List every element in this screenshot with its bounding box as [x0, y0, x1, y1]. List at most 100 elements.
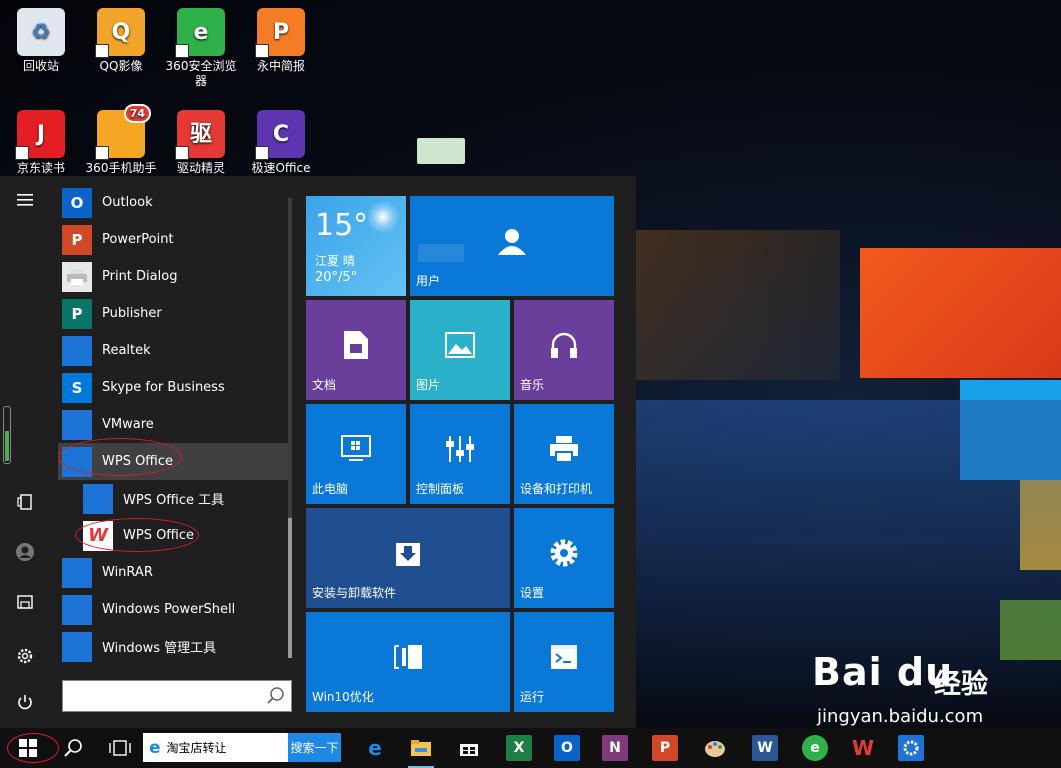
folder-icon: [62, 335, 92, 366]
tile-run[interactable]: 运行: [514, 612, 614, 712]
install-box-icon: [396, 543, 420, 566]
app-list-item[interactable]: WPS Office 工具: [58, 480, 288, 517]
app-list-item-label: Skype for Business: [102, 380, 225, 395]
tile-install-uninstall-label: 安装与卸载软件: [312, 586, 397, 600]
app-list-item[interactable]: Windows PowerShell: [58, 591, 288, 628]
taskbar-search-button[interactable]: [58, 728, 88, 768]
task-view-button[interactable]: [104, 728, 136, 768]
app-list-item-label: WinRAR: [102, 565, 153, 580]
app-icon: P: [255, 8, 305, 58]
tablet-mode-icon[interactable]: [0, 482, 50, 522]
tile-music[interactable]: 音乐: [514, 300, 614, 400]
taskbar-app-button[interactable]: W: [750, 728, 780, 768]
onenote-icon: N: [602, 735, 628, 761]
word-icon: W: [752, 735, 778, 761]
desktop-icon[interactable]: J 京东读书: [4, 110, 78, 176]
tile-win10-optimize[interactable]: Win10优化: [306, 612, 510, 712]
tile-settings[interactable]: 设置: [514, 508, 614, 608]
tile-control-panel[interactable]: 控制面板: [410, 404, 510, 504]
app-list: O Outlook P PowerPoint Print Dialog P Publishe…: [58, 184, 288, 672]
desktop-icon-label: 极速Office: [251, 161, 311, 175]
tile-devices-printers[interactable]: 设备和打印机: [514, 404, 614, 504]
taskbar-app-button[interactable]: e: [360, 728, 390, 768]
settings-gear-icon[interactable]: [0, 636, 50, 676]
shortcut-arrow-icon: [175, 146, 189, 160]
app-icon: [417, 138, 465, 164]
web-search-button[interactable]: 搜索一下: [288, 733, 341, 762]
web-search-field[interactable]: e 淘宝店转让: [143, 733, 288, 762]
app-icon: C: [255, 110, 305, 160]
desktop-icon[interactable]: ♻ 回收站: [4, 8, 78, 74]
baidu-watermark: Bai du 经验 jingyan.baidu.com: [812, 650, 1022, 740]
tile-win10-optimize-label: Win10优化: [312, 690, 374, 704]
app-list-item[interactable]: Print Dialog: [58, 258, 288, 295]
taskbar-app-button[interactable]: O: [552, 728, 582, 768]
app-list-item[interactable]: S Skype for Business: [58, 369, 288, 406]
tile-user-label: 用户: [416, 274, 441, 288]
tile-weather[interactable]: 15° 江夏 晴 20°/5°: [306, 196, 406, 296]
highlight-ellipse-wps-app: [75, 518, 199, 552]
powerpoint-icon: P: [652, 735, 678, 761]
app-list-item[interactable]: VMware: [58, 406, 288, 443]
highlight-ellipse-wps-folder: [58, 438, 182, 476]
desktop-icon[interactable]: Q QQ影像: [84, 8, 158, 74]
printer-icon: [550, 436, 578, 463]
desktop-icon-label: 永中简报: [256, 59, 305, 73]
app-list-item[interactable]: WinRAR: [58, 554, 288, 591]
desktop-icon[interactable]: C 极速Office: [244, 110, 318, 176]
app-list-item[interactable]: P PowerPoint: [58, 221, 288, 258]
document-icon: [344, 331, 368, 359]
app-list-item[interactable]: P Publisher: [58, 295, 288, 332]
tile-user[interactable]: 用户: [410, 196, 614, 296]
folder-icon: [83, 483, 113, 514]
tile-control-panel-label: 控制面板: [416, 482, 465, 496]
user-account-icon[interactable]: [0, 532, 50, 572]
desktop-icon[interactable]: e 360安全浏览器: [164, 8, 238, 89]
hamburger-menu-icon[interactable]: [0, 180, 50, 220]
documents-icon[interactable]: [0, 582, 50, 622]
tile-this-pc[interactable]: 此电脑: [306, 404, 406, 504]
desktop-icon[interactable]: 74 360手机助手: [84, 104, 158, 176]
app-list-item[interactable]: Windows 管理工具: [58, 628, 288, 665]
power-icon[interactable]: [0, 682, 50, 722]
taskbar-app-button[interactable]: [406, 728, 436, 768]
store-icon: [456, 735, 482, 761]
headphones-icon: [551, 332, 577, 358]
taskbar-app-button[interactable]: P: [650, 728, 680, 768]
app-list-item-label: WPS Office 工具: [123, 493, 225, 508]
tile-pictures[interactable]: 图片: [410, 300, 510, 400]
app-list-scrollbar[interactable]: [288, 198, 292, 658]
ie-icon: e: [149, 737, 161, 758]
desktop-icon[interactable]: 驱驱动精灵: [164, 110, 238, 176]
shortcut-arrow-icon: [255, 146, 269, 160]
tile-devices-printers-label: 设备和打印机: [520, 482, 593, 496]
app-list-item-label: Realtek: [102, 343, 151, 358]
sun-icon: [366, 200, 400, 234]
taskbar-app-button[interactable]: N: [600, 728, 630, 768]
app-icon: 74: [95, 104, 151, 160]
taskbar-app-button[interactable]: [454, 728, 484, 768]
desktop-icon[interactable]: P 永中简报: [244, 8, 318, 74]
folder-icon: [62, 557, 92, 588]
magnifier-icon: [64, 739, 82, 757]
outlook-icon: O: [62, 187, 92, 218]
desktop-icon-label: 360手机助手: [85, 161, 157, 175]
folder-icon: [62, 409, 92, 440]
tile-music-label: 音乐: [520, 378, 545, 392]
app-icon: ♻: [17, 8, 65, 56]
tile-documents[interactable]: 文档: [306, 300, 406, 400]
file-explorer-icon: [408, 735, 434, 761]
taskbar-app-button[interactable]: [700, 728, 730, 768]
app-list-item[interactable]: Realtek: [58, 332, 288, 369]
taskbar-app-button[interactable]: X: [504, 728, 534, 768]
excel-icon: X: [506, 735, 532, 761]
user-name-placeholder: [418, 244, 464, 262]
tile-install-uninstall[interactable]: 安装与卸载软件: [306, 508, 510, 608]
desktop-icon-label: 驱动精灵: [176, 161, 225, 175]
app-list-item[interactable]: O Outlook: [58, 184, 288, 221]
watermark-jingyan: 经验: [934, 669, 988, 700]
app-list-item-label: Windows PowerShell: [102, 602, 236, 617]
start-menu: O Outlook P PowerPoint Print Dialog P Publishe…: [0, 176, 636, 728]
web-search-input[interactable]: 淘宝店转让: [167, 739, 227, 756]
start-search-box[interactable]: [62, 680, 292, 712]
